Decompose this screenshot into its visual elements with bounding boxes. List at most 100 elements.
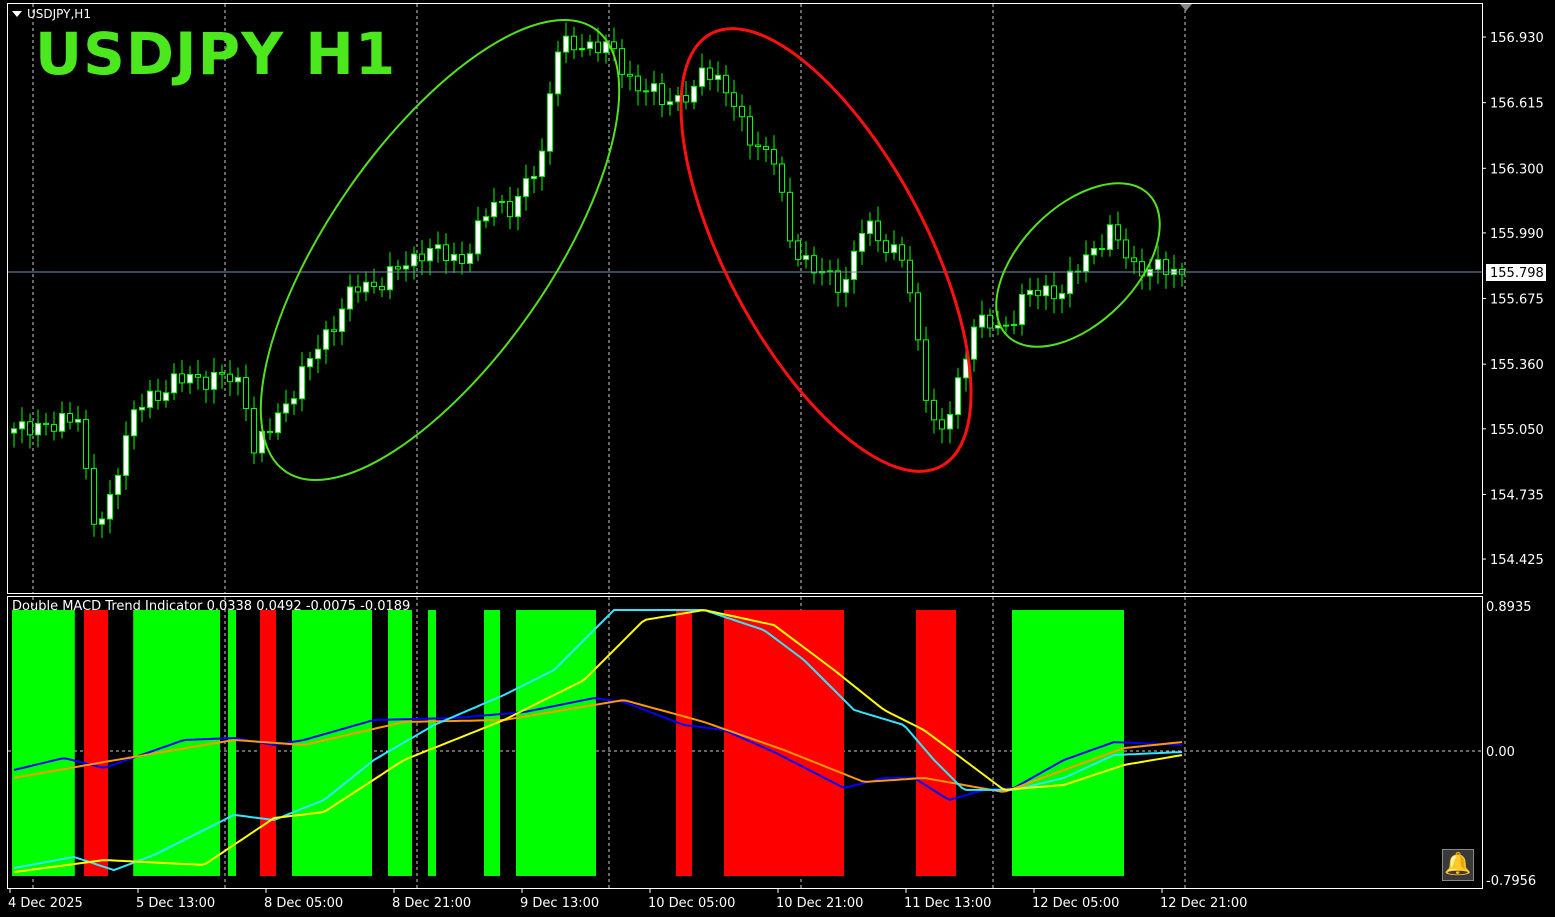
candle-bull bbox=[275, 412, 281, 434]
candle-bear bbox=[1123, 239, 1129, 259]
candle-bull bbox=[451, 254, 457, 262]
candle-bear bbox=[67, 412, 73, 423]
candle-bull bbox=[1043, 285, 1049, 297]
time-label: 5 Dec 13:00 bbox=[136, 896, 215, 911]
candle-bull bbox=[515, 195, 521, 218]
candle-bull bbox=[947, 413, 953, 430]
candle-bear bbox=[627, 73, 633, 77]
chart-canvas[interactable]: 156.930 156.615 156.300 155.990 155.675 155.3… bbox=[0, 0, 1555, 917]
candle-bear bbox=[1035, 289, 1041, 297]
candle-bull bbox=[531, 175, 537, 180]
candle-bull bbox=[347, 286, 353, 310]
candle-bear bbox=[683, 95, 689, 103]
price-tick-label: 155.990 bbox=[1490, 227, 1544, 242]
candle-bear bbox=[835, 270, 841, 293]
candle-bull bbox=[891, 244, 897, 253]
candle-bear bbox=[459, 254, 465, 264]
red-zone-bar bbox=[84, 610, 108, 876]
candle-bull bbox=[323, 329, 329, 350]
candle-bull bbox=[1011, 323, 1017, 326]
indicator-label: Double MACD Trend Indicator 0.0338 0.049… bbox=[12, 599, 411, 614]
candle-bull bbox=[75, 418, 81, 423]
candle-bear bbox=[723, 74, 729, 94]
candle-bear bbox=[179, 373, 185, 384]
candle-bear bbox=[931, 399, 937, 421]
candle-bull bbox=[867, 220, 873, 234]
red-zone-bar bbox=[724, 610, 844, 876]
candle-bear bbox=[595, 41, 601, 54]
candle-bear bbox=[227, 373, 233, 383]
candle-bear bbox=[795, 240, 801, 260]
time-label: 8 Dec 21:00 bbox=[392, 896, 471, 911]
candle-bull bbox=[803, 255, 809, 260]
candle-bull bbox=[699, 67, 705, 87]
time-label: 12 Dec 21:00 bbox=[1160, 896, 1247, 911]
price-tick-label: 155.050 bbox=[1490, 423, 1544, 438]
candle-bear bbox=[747, 116, 753, 146]
watermark-title: USDJPY H1 bbox=[35, 20, 397, 88]
green-zone-bar bbox=[12, 610, 75, 876]
candle-bear bbox=[907, 259, 913, 294]
candle-bull bbox=[715, 74, 721, 80]
candle-bear bbox=[771, 149, 777, 165]
alert-bell-icon[interactable]: 🔔 bbox=[1442, 849, 1474, 881]
candle-bull bbox=[1027, 289, 1033, 295]
candle-bull bbox=[339, 308, 345, 332]
candle-bear bbox=[507, 200, 513, 218]
candle-bear bbox=[659, 83, 665, 106]
candle-bear bbox=[755, 144, 761, 148]
candle-bull bbox=[979, 314, 985, 328]
candle-bull bbox=[587, 41, 593, 49]
candle-bear bbox=[355, 286, 361, 293]
candle-bull bbox=[139, 406, 145, 411]
candle-bear bbox=[643, 90, 649, 93]
green-zone-bar bbox=[516, 610, 596, 876]
candle-bull bbox=[859, 232, 865, 252]
candle-bear bbox=[875, 220, 881, 242]
candle-bear bbox=[883, 240, 889, 253]
candle-bull bbox=[411, 253, 417, 267]
candle-bear bbox=[787, 191, 793, 242]
candle-bull bbox=[123, 435, 129, 476]
red-zone-bar bbox=[676, 610, 692, 876]
macd-tick-label: -0.7956 bbox=[1486, 874, 1536, 889]
candle-bull bbox=[851, 250, 857, 280]
candle-bear bbox=[987, 314, 993, 329]
time-label: 10 Dec 21:00 bbox=[776, 896, 863, 911]
candle-bull bbox=[563, 35, 569, 53]
candle-bull bbox=[539, 150, 545, 177]
candle-bear bbox=[371, 281, 377, 287]
candle-bear bbox=[43, 422, 49, 426]
candle-bull bbox=[107, 493, 113, 520]
green-zone-bar bbox=[428, 610, 436, 876]
symbol-label: USDJPY,H1 bbox=[27, 7, 91, 21]
candle-bull bbox=[955, 377, 961, 415]
candle-bear bbox=[635, 75, 641, 92]
candle-bear bbox=[763, 146, 769, 151]
candle-bear bbox=[915, 292, 921, 341]
price-tick-label: 155.675 bbox=[1490, 293, 1544, 308]
price-tick-label: 156.300 bbox=[1490, 162, 1544, 177]
candle-bull bbox=[171, 373, 177, 394]
candle-bull bbox=[299, 366, 305, 400]
candle-bull bbox=[387, 266, 393, 291]
candle-bear bbox=[219, 372, 225, 375]
candle-bear bbox=[203, 376, 209, 390]
candle-bull bbox=[235, 377, 241, 383]
green-zone-bar bbox=[484, 610, 500, 876]
candle-bear bbox=[811, 255, 817, 274]
candle-bull bbox=[971, 326, 977, 360]
green-zone-bar bbox=[388, 610, 412, 876]
candle-bull bbox=[843, 278, 849, 293]
candle-bull bbox=[1083, 254, 1089, 272]
candle-bull bbox=[427, 247, 433, 262]
candle-bull bbox=[131, 409, 137, 437]
candle-bear bbox=[51, 424, 57, 432]
candle-bear bbox=[91, 467, 97, 525]
candle-bear bbox=[83, 418, 89, 469]
candle-bull bbox=[1147, 268, 1153, 277]
candle-bear bbox=[1131, 257, 1137, 263]
time-label: 8 Dec 05:00 bbox=[264, 896, 343, 911]
symbol-menu-icon[interactable] bbox=[12, 11, 22, 17]
candle-bull bbox=[1019, 293, 1025, 325]
